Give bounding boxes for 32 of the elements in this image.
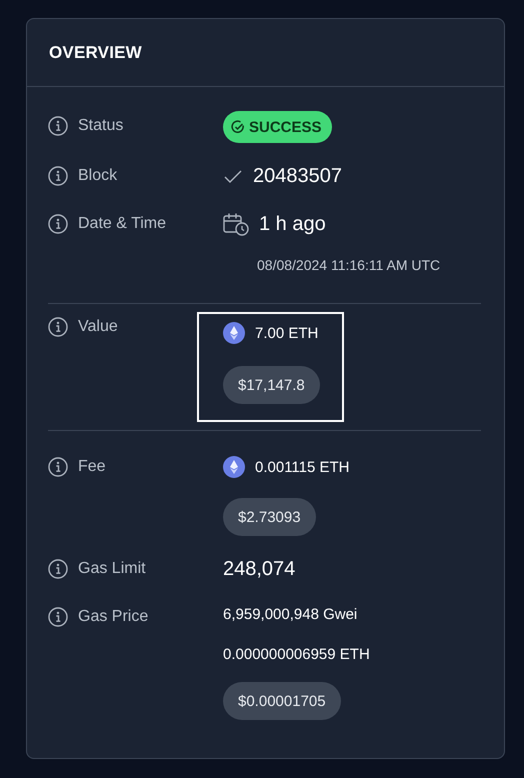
info-icon (48, 559, 68, 579)
info-icon (48, 317, 68, 337)
gas-price-value: 6,959,000,948 Gwei (223, 606, 358, 622)
usd-amount: $17,147.8 (223, 366, 320, 404)
info-icon (48, 607, 68, 627)
usd-amount: $2.73093 (223, 498, 316, 536)
field-label: Fee (78, 458, 106, 476)
field-label: Gas Price (78, 608, 148, 626)
ethereum-icon (223, 456, 245, 478)
field-label: Status (78, 117, 124, 135)
gas-limit-value: 248,074 (223, 558, 296, 580)
time-ago: 1 h ago (259, 212, 326, 236)
calendar-clock-icon (223, 212, 249, 236)
ethereum-icon (223, 322, 245, 344)
field-label: Gas Limit (78, 560, 146, 578)
timestamp: 08/08/2024 11:16:11 AM UTC (257, 257, 440, 273)
field-label: Value (78, 318, 118, 336)
card-title: OVERVIEW (49, 42, 142, 62)
check-circle-icon (231, 120, 245, 134)
eth-amount: 7.00 ETH (255, 324, 318, 342)
eth-amount: 0.001115 ETH (255, 458, 350, 476)
check-icon (223, 168, 243, 184)
info-icon (48, 214, 68, 234)
field-label: Date & Time (78, 215, 166, 233)
info-icon (48, 116, 68, 136)
block-number: 20483507 (253, 164, 342, 188)
status-badge: SUCCESS (223, 111, 332, 143)
info-icon (48, 166, 68, 186)
field-label: Block (78, 167, 118, 185)
gas-price-value: 0.000000006959 ETH (223, 646, 370, 662)
usd-amount: $0.00001705 (223, 682, 341, 720)
info-icon (48, 457, 68, 477)
